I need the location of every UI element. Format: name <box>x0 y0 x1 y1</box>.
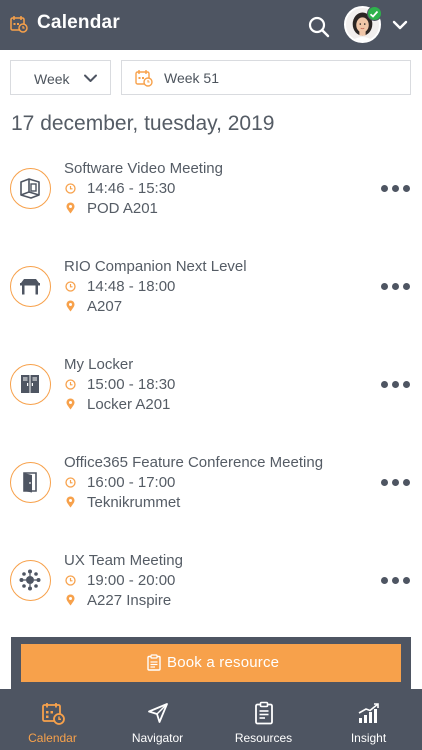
pod-icon <box>20 178 40 199</box>
calendar-icon <box>41 703 65 725</box>
week-picker[interactable]: Week 51 <box>121 60 411 95</box>
booking-time: 14:46 - 15:30 <box>87 180 176 197</box>
booking-time: 16:00 - 17:00 <box>87 474 176 491</box>
booking-item[interactable]: RIO Companion Next Level 14:48 - 18:00 A… <box>0 258 422 356</box>
book-resource-label: Book a resource <box>167 654 280 671</box>
tab-calendar[interactable]: Calendar <box>0 689 105 750</box>
desk-icon <box>20 279 40 295</box>
booking-time: 14:48 - 18:00 <box>87 278 176 295</box>
resource-badge <box>10 266 51 307</box>
chart-growth-icon <box>358 703 379 723</box>
search-icon[interactable] <box>308 16 330 38</box>
page-title: Calendar <box>37 12 120 33</box>
week-picker-label: Week 51 <box>164 70 219 86</box>
resource-badge <box>10 560 51 601</box>
online-status-badge <box>367 6 382 21</box>
tab-navigator[interactable]: Navigator <box>105 689 210 750</box>
location-pin-icon <box>66 300 75 312</box>
date-heading: 17 december, tuesday, 2019 <box>11 112 275 135</box>
more-options-icon[interactable] <box>381 283 411 291</box>
tab-label: Calendar <box>28 731 77 745</box>
navigation-arrow-icon <box>147 703 168 723</box>
resource-badge <box>10 168 51 209</box>
door-icon <box>23 472 37 493</box>
checkmark-icon <box>369 10 379 18</box>
booking-item[interactable]: Office365 Feature Conference Meeting 16:… <box>0 454 422 552</box>
tab-label: Resources <box>234 731 293 745</box>
booking-time: 19:00 - 20:00 <box>87 572 176 589</box>
tab-resources[interactable]: Resources <box>211 689 316 750</box>
clock-icon <box>65 379 76 390</box>
period-selector-label: Week <box>34 71 70 87</box>
book-resource-bar: Book a resource <box>11 637 411 689</box>
booking-location: Teknikrummet <box>87 494 181 511</box>
more-options-icon[interactable] <box>381 577 411 585</box>
location-pin-icon <box>66 202 75 214</box>
booking-title: RIO Companion Next Level <box>64 258 247 275</box>
booking-item[interactable]: My Locker 15:00 - 18:30 Locker A201 <box>0 356 422 454</box>
location-pin-icon <box>66 398 75 410</box>
tab-label: Navigator <box>131 731 184 745</box>
tab-label: Insight <box>350 731 387 745</box>
booking-location: Locker A201 <box>87 396 171 413</box>
resource-badge <box>10 462 51 503</box>
clock-icon <box>65 281 76 292</box>
booking-location: POD A201 <box>87 200 158 217</box>
calendar-clock-icon <box>135 70 153 87</box>
clock-icon <box>65 183 76 194</box>
chevron-down-icon[interactable] <box>392 19 408 31</box>
clock-icon <box>65 477 76 488</box>
clipboard-icon <box>254 701 273 725</box>
team-icon <box>19 569 41 591</box>
locker-icon <box>21 375 39 393</box>
calendar-clock-icon <box>10 16 28 33</box>
booking-item[interactable]: Software Video Meeting 14:46 - 15:30 POD… <box>0 160 422 258</box>
more-options-icon[interactable] <box>381 185 411 193</box>
booking-title: UX Team Meeting <box>64 552 183 569</box>
booking-title: Software Video Meeting <box>64 160 223 177</box>
clipboard-icon <box>147 654 161 671</box>
more-options-icon[interactable] <box>381 381 411 389</box>
booking-location: A227 Inspire <box>87 592 172 609</box>
resource-badge <box>10 364 51 405</box>
tab-insight[interactable]: Insight <box>316 689 421 750</box>
booking-title: My Locker <box>64 356 134 373</box>
booking-title: Office365 Feature Conference Meeting <box>64 454 324 471</box>
more-options-icon[interactable] <box>381 479 411 487</box>
booking-time: 15:00 - 18:30 <box>87 376 176 393</box>
location-pin-icon <box>66 496 75 508</box>
location-pin-icon <box>66 594 75 606</box>
book-resource-button[interactable]: Book a resource <box>21 644 401 682</box>
period-selector[interactable]: Week <box>10 60 111 95</box>
bottom-tab-bar: Calendar Navigator Resources Insight <box>0 689 422 750</box>
booking-location: A207 <box>87 298 123 315</box>
top-app-bar: Calendar <box>0 0 422 50</box>
chevron-down-icon <box>84 74 97 82</box>
clock-icon <box>65 575 76 586</box>
